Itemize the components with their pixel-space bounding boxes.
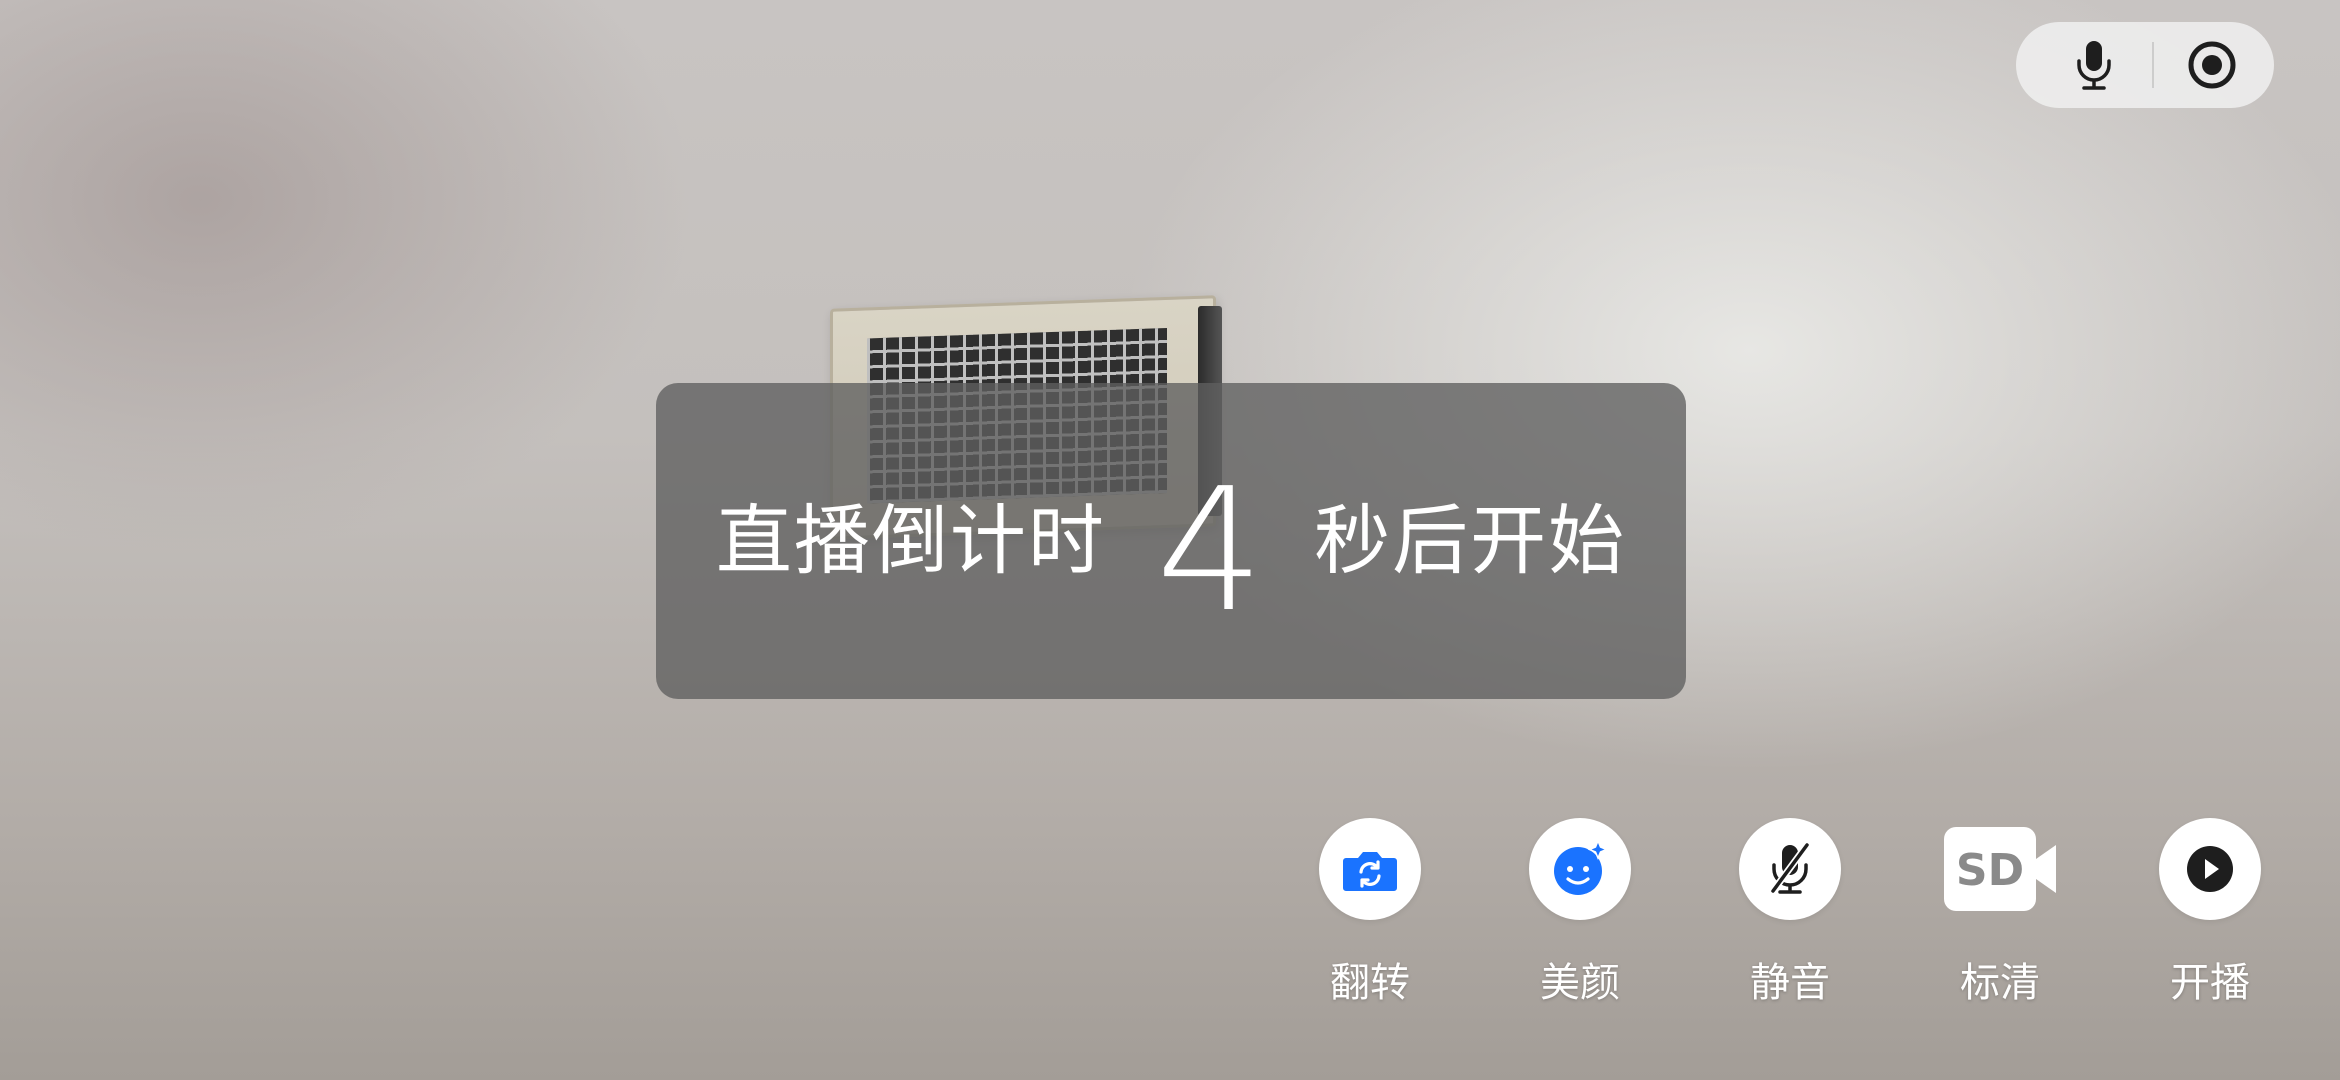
play-icon [2187,846,2233,892]
mic-off-icon [1769,841,1811,895]
quality-icon-wrap[interactable]: SD [1940,818,2060,920]
camera-preview: 直播倒计时 4 秒后开始 翻转 美颜 静音 SD 标清 开播 [0,0,2340,1080]
beauty-button-circle[interactable] [1529,818,1631,920]
bottom-controls: 翻转 美颜 静音 SD 标清 开播 [1300,818,2320,1018]
flip-button-circle[interactable] [1319,818,1421,920]
sd-camera-icon: SD [1944,827,2056,911]
toolbar-divider [2152,42,2154,88]
countdown-number: 4 [1155,452,1265,650]
start-live-button[interactable]: 开播 [2140,818,2280,1008]
beauty-face-icon [1554,839,1609,895]
flip-button[interactable]: 翻转 [1300,818,1440,1008]
camera-flip-icon [1343,852,1397,891]
start-button-circle[interactable] [2159,818,2261,920]
microphone-icon[interactable] [2068,39,2120,91]
beauty-label: 美颜 [1540,960,1620,1006]
countdown-prefix: 直播倒计时 [715,496,1106,585]
countdown-suffix: 秒后开始 [1314,496,1627,585]
flip-label: 翻转 [1330,960,1410,1006]
mute-label: 静音 [1750,960,1830,1006]
quality-label: 标清 [1960,960,2040,1006]
svg-text:SD: SD [1956,845,2024,896]
beauty-button[interactable]: 美颜 [1510,818,1650,1008]
quality-button[interactable]: SD 标清 [1930,818,2070,1008]
record-icon[interactable] [2186,39,2238,91]
start-label: 开播 [2170,960,2250,1006]
mute-button[interactable]: 静音 [1720,818,1860,1008]
top-toolbar [2016,22,2274,108]
live-countdown-overlay: 直播倒计时 4 秒后开始 [656,383,1686,699]
mute-button-circle[interactable] [1739,818,1841,920]
